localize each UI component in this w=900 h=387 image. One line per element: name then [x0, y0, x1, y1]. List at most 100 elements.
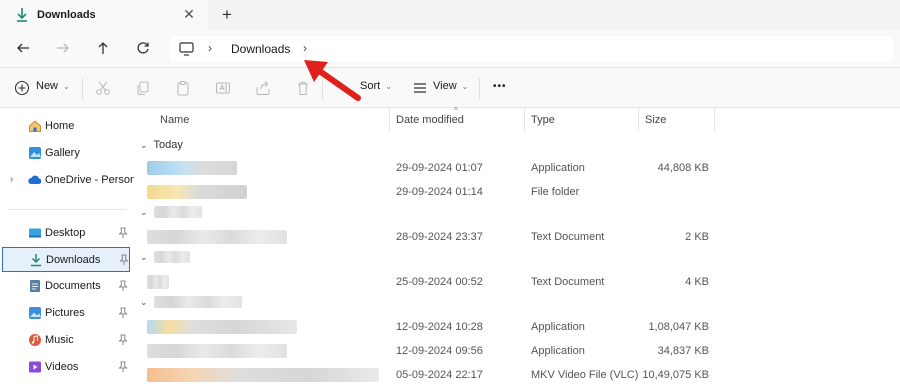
divider — [479, 78, 480, 100]
sidebar-item-label: Documents — [45, 280, 101, 292]
command-bar: New ⌄ Sort ⌄ View ⌄ ••• — [0, 68, 900, 108]
sort-button[interactable]: Sort ⌄ — [360, 80, 392, 92]
column-divider[interactable] — [389, 108, 390, 132]
group-label: Today — [153, 139, 183, 151]
group-header[interactable]: ⌄ — [140, 206, 202, 218]
column-header-name[interactable]: Name — [160, 108, 189, 132]
sort-label: Sort — [360, 80, 381, 92]
column-divider[interactable] — [714, 108, 715, 132]
onedrive-icon — [28, 175, 42, 184]
sidebar-item-documents[interactable]: Documents — [2, 274, 130, 299]
tab-title: Downloads — [37, 9, 96, 21]
redacted-group-label — [153, 251, 190, 263]
redacted-filename — [147, 161, 237, 175]
redacted-filename — [147, 344, 287, 358]
new-button[interactable]: New ⌄ — [36, 80, 70, 92]
breadcrumb-chevron-icon[interactable]: › — [303, 41, 307, 55]
up-button[interactable] — [94, 39, 112, 57]
column-header-type[interactable]: Type — [531, 108, 555, 132]
sidebar-item-label: OneDrive - Persona — [45, 174, 143, 186]
sidebar-item-label: Pictures — [45, 307, 85, 319]
sidebar-item-videos[interactable]: Videos — [2, 355, 130, 380]
file-list: Name ^ Date modified Type Size ⌄ Today 2… — [134, 106, 900, 387]
breadcrumb-separator: › — [208, 41, 212, 55]
desktop-icon — [29, 228, 41, 238]
table-row[interactable]: 29-09-2024 01:07 Application 44,808 KB — [134, 157, 900, 179]
cell-date: 29-09-2024 01:14 — [396, 186, 483, 198]
table-row[interactable]: 28-09-2024 23:37 Text Document 2 KB — [134, 226, 900, 248]
cell-type: Application — [531, 321, 585, 333]
cell-size: 34,837 KB — [657, 345, 709, 357]
chevron-down-icon: ⌄ — [140, 206, 148, 217]
address-row: › Downloads › — [0, 30, 900, 68]
arrow-left-icon — [17, 43, 29, 53]
close-icon[interactable]: ✕ — [182, 7, 196, 21]
group-header-today[interactable]: ⌄ Today — [140, 139, 183, 151]
sidebar-item-onedrive[interactable]: OneDrive - Persona — [2, 168, 142, 193]
rename-icon[interactable] — [215, 80, 231, 96]
chevron-down-icon: ⌄ — [385, 81, 392, 91]
address-bar[interactable]: › Downloads › — [170, 36, 893, 62]
redacted-group-label — [153, 206, 202, 218]
chevron-down-icon: ⌄ — [140, 251, 148, 262]
share-icon[interactable] — [255, 80, 271, 96]
column-divider[interactable] — [638, 108, 639, 132]
column-divider[interactable] — [524, 108, 525, 132]
forward-button[interactable] — [54, 39, 72, 57]
pin-icon[interactable] — [118, 227, 128, 239]
sidebar-item-pictures[interactable]: Pictures — [2, 301, 130, 326]
pin-icon[interactable] — [118, 280, 128, 292]
arrow-up-icon — [98, 42, 108, 54]
cell-size: 10,49,075 KB — [642, 369, 709, 381]
navigation-pane: Home Gallery › OneDrive - Persona Deskto… — [0, 108, 142, 387]
pin-icon[interactable] — [118, 334, 128, 346]
refresh-button[interactable] — [134, 39, 152, 57]
sidebar-item-gallery[interactable]: Gallery — [2, 141, 130, 166]
copy-icon[interactable] — [135, 80, 151, 96]
back-button[interactable] — [14, 39, 32, 57]
pin-icon[interactable] — [119, 254, 129, 266]
cell-type: File folder — [531, 186, 580, 198]
paste-icon[interactable] — [175, 80, 191, 96]
view-label: View — [433, 80, 457, 92]
redacted-filename — [147, 230, 287, 244]
videos-icon — [29, 361, 41, 373]
cell-type: Application — [531, 345, 585, 357]
cell-date: 05-09-2024 22:17 — [396, 369, 483, 381]
new-label: New — [36, 80, 59, 92]
sidebar-item-music[interactable]: Music — [2, 328, 130, 353]
table-row[interactable]: 12-09-2024 10:28 Application 1,08,047 KB — [134, 316, 900, 338]
sidebar-item-downloads[interactable]: Downloads — [2, 247, 130, 272]
cell-date: 28-09-2024 23:37 — [396, 231, 483, 243]
cut-icon[interactable] — [95, 80, 111, 96]
group-header[interactable]: ⌄ — [140, 296, 242, 308]
column-header-size[interactable]: Size — [645, 108, 666, 132]
view-icon — [414, 83, 426, 93]
cell-size: 2 KB — [685, 231, 709, 243]
chevron-down-icon: ⌄ — [461, 81, 469, 91]
cell-size: 1,08,047 KB — [648, 321, 709, 333]
sidebar-item-label: Music — [45, 334, 74, 346]
new-tab-button[interactable]: + — [219, 6, 235, 24]
sidebar-item-label: Desktop — [45, 227, 86, 239]
redacted-filename — [147, 275, 169, 289]
redacted-filename — [147, 368, 379, 382]
redacted-filename — [147, 185, 247, 199]
sidebar-item-desktop[interactable]: Desktop — [2, 221, 130, 246]
more-options-icon[interactable]: ••• — [493, 81, 507, 92]
view-button[interactable]: View ⌄ — [433, 80, 468, 92]
column-header-date[interactable]: Date modified — [396, 108, 464, 132]
redacted-group-label — [153, 296, 242, 308]
table-row[interactable]: 12-09-2024 09:56 Application 34,837 KB — [134, 340, 900, 362]
group-header[interactable]: ⌄ — [140, 251, 190, 263]
breadcrumb-downloads[interactable]: Downloads — [231, 42, 290, 56]
sidebar-item-home[interactable]: Home — [2, 114, 130, 139]
pin-icon[interactable] — [118, 307, 128, 319]
pin-icon[interactable] — [118, 361, 128, 373]
tab-downloads[interactable]: Downloads ✕ — [0, 0, 208, 30]
table-row[interactable]: 25-09-2024 00:52 Text Document 4 KB — [134, 271, 900, 293]
cell-date: 25-09-2024 00:52 — [396, 276, 483, 288]
table-row[interactable]: 29-09-2024 01:14 File folder — [134, 181, 900, 203]
divider — [82, 78, 83, 100]
table-row[interactable]: 05-09-2024 22:17 MKV Video File (VLC) 10… — [134, 364, 900, 386]
